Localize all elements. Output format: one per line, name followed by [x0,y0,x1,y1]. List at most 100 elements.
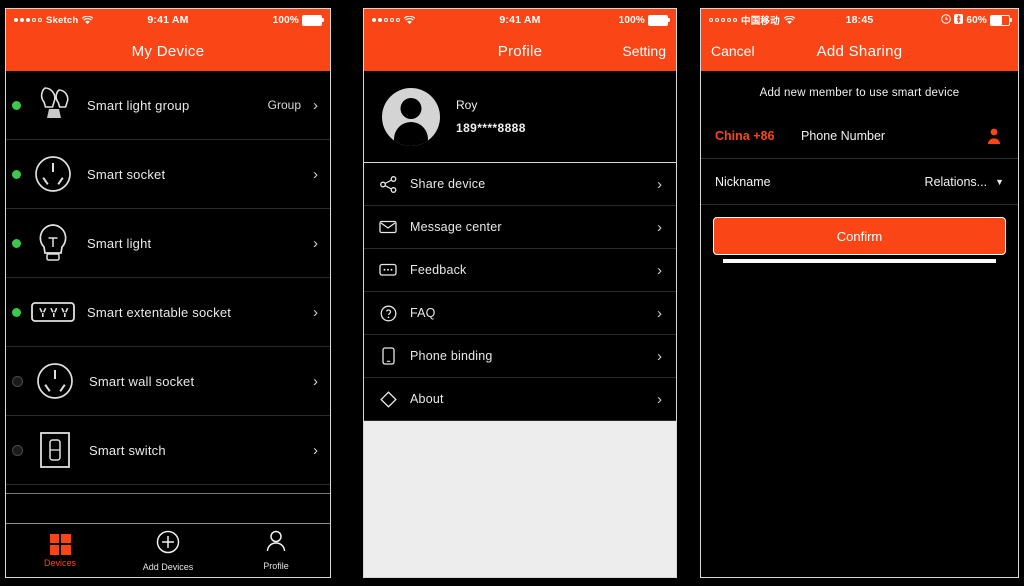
chevron-right-icon: › [313,96,318,114]
menu-item-label: Phone binding [410,349,493,363]
envelope-icon [378,217,398,237]
status-bar-right: 100% [541,14,670,26]
profile-identity: Roy 189****8888 [456,98,526,135]
profile-name: Roy [456,98,478,112]
confirm-button-wrap: Confirm [701,205,1018,263]
question-circle-icon [378,303,398,323]
status-bar-right: 60% [873,14,1013,26]
country-code-selector[interactable]: China +86 [715,129,801,143]
chat-icon [378,260,398,280]
device-row[interactable]: Smart socket › [6,140,330,209]
list-divider [6,485,330,494]
person-icon [265,530,287,558]
nav-bar-profile: Profile Setting [364,31,676,71]
phone-screen-add-sharing: 中国移动 18:45 60% Cancel Add Sharing Add ne… [700,8,1019,578]
diamond-icon [378,389,398,409]
phone-screen-profile: 9:41 AM 100% Profile Setting Roy 189****… [363,8,677,578]
wifi-icon [404,15,415,25]
screenshot-stage: Sketch 9:41 AM 100% My Device Smart ligh… [0,0,1024,586]
menu-item-label: About [410,392,444,406]
wifi-icon [783,15,795,25]
bulb-icon [29,219,77,267]
chevron-right-icon: › [657,390,662,408]
status-dot-online [12,169,21,179]
chevron-right-icon: › [657,218,662,236]
tab-profile[interactable]: Profile [222,524,330,577]
socket-icon [29,150,77,198]
tab-add-devices[interactable]: Add Devices [114,524,222,577]
device-row[interactable]: Smart switch › [6,416,330,485]
status-dot-offline [12,375,23,387]
status-dot-offline [12,444,23,456]
chevron-right-icon: › [657,261,662,279]
device-row[interactable]: Smart light › [6,209,330,278]
battery-icon [302,14,324,26]
profile-phone: 189****8888 [456,121,526,135]
setting-button[interactable]: Setting [622,43,666,59]
status-bar-left: 中国移动 [709,13,846,27]
phone-icon [378,346,398,366]
signal-dots-icon [372,18,400,22]
status-dot-online [12,307,21,317]
tab-bar: Devices Add Devices Profile [6,523,330,577]
tab-profile-label: Profile [263,561,289,571]
form-bottom-divider [723,259,996,263]
status-bar-right: 100% [189,14,324,26]
status-bar-time: 9:41 AM [147,14,189,26]
nickname-input[interactable]: Nickname [715,175,925,189]
status-bar-time: 9:41 AM [499,14,541,26]
share-icon [378,174,398,194]
chevron-right-icon: › [657,347,662,365]
menu-item-label: Share device [410,177,486,191]
confirm-button[interactable]: Confirm [713,217,1006,255]
menu-item-message-center[interactable]: Message center › [364,206,676,249]
menu-item-phone-binding[interactable]: Phone binding › [364,335,676,378]
profile-header[interactable]: Roy 189****8888 [364,71,676,163]
carrier-label: 中国移动 [741,16,780,27]
contact-book-icon[interactable] [986,126,1004,146]
menu-item-feedback[interactable]: Feedback › [364,249,676,292]
nickname-relations-row[interactable]: Nickname Relations... ▼ [701,159,1018,205]
wifi-icon [82,15,94,25]
chevron-right-icon: › [313,372,318,390]
chevron-right-icon: › [657,175,662,193]
device-list: Smart light group Group › Smart socket ›… [6,71,330,554]
status-bar: Sketch 9:41 AM 100% [6,9,330,31]
chevron-right-icon: › [313,441,318,459]
page-title: My Device [131,42,205,60]
avatar[interactable] [382,87,440,146]
alarm-icon [941,14,952,26]
status-bar: 中国移动 18:45 60% [701,9,1018,31]
menu-item-faq[interactable]: FAQ › [364,292,676,335]
battery-icon [990,14,1013,26]
tab-devices[interactable]: Devices [6,524,114,577]
device-name: Smart light [87,235,152,251]
chevron-right-icon: › [313,303,318,321]
device-sub-label: Group [267,98,301,112]
device-row[interactable]: Smart light group Group › [6,71,330,140]
menu-item-about[interactable]: About › [364,378,676,421]
grid-icon [49,533,71,555]
device-name: Smart light group [87,97,190,113]
tab-add-devices-label: Add Devices [142,561,194,572]
nav-bar-my-device: My Device [6,31,330,71]
carrier-label: Sketch [46,14,79,26]
device-name: Smart wall socket [89,373,195,389]
battery-percent-label: 100% [272,14,299,26]
battery-percent-label: 60% [966,14,988,26]
light-group-icon [29,81,77,129]
profile-menu: Share device › Message center › Feedback… [364,163,676,421]
device-row[interactable]: Smart extentable socket › [6,278,330,347]
menu-item-label: Feedback [410,263,467,277]
menu-item-share-device[interactable]: Share device › [364,163,676,206]
device-row[interactable]: Smart wall socket › [6,347,330,416]
relations-dropdown[interactable]: Relations... ▼ [925,175,1004,189]
phone-number-input[interactable]: Phone Number [801,129,986,143]
cancel-button[interactable]: Cancel [711,43,755,59]
chevron-right-icon: › [313,165,318,183]
status-bar-left: Sketch [14,15,147,26]
phone-number-row[interactable]: China +86 Phone Number [701,113,1018,159]
chevron-right-icon: › [313,234,318,252]
menu-item-label: Message center [410,220,502,234]
signal-dots-icon [14,18,42,22]
